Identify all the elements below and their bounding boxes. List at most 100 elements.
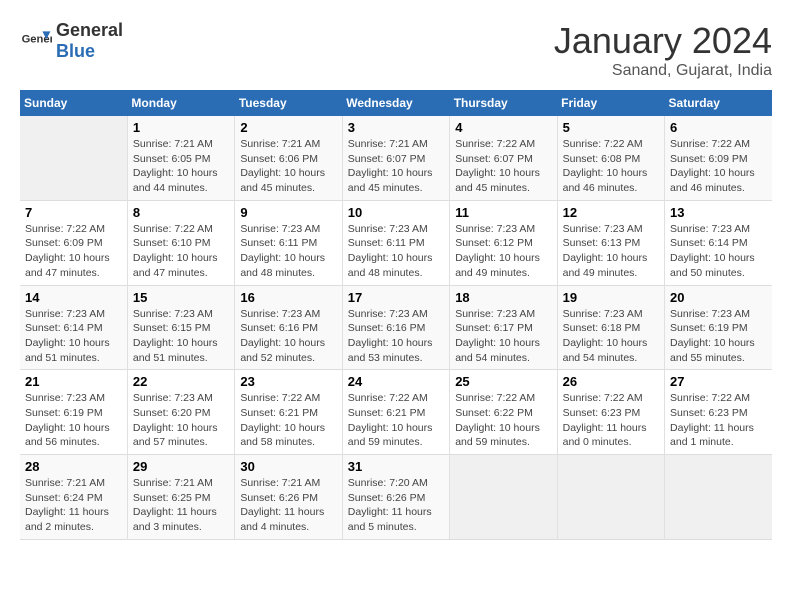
title-block: January 2024 Sanand, Gujarat, India xyxy=(554,20,772,80)
day-info: Sunrise: 7:23 AM Sunset: 6:14 PM Dayligh… xyxy=(25,307,122,366)
day-info: Sunrise: 7:22 AM Sunset: 6:21 PM Dayligh… xyxy=(348,391,444,450)
day-number: 8 xyxy=(133,205,229,220)
day-number: 30 xyxy=(240,459,336,474)
calendar-cell: 24 Sunrise: 7:22 AM Sunset: 6:21 PM Dayli… xyxy=(342,370,449,455)
day-info: Sunrise: 7:21 AM Sunset: 6:05 PM Dayligh… xyxy=(133,137,229,196)
day-info: Sunrise: 7:23 AM Sunset: 6:17 PM Dayligh… xyxy=(455,307,551,366)
weekday-header-tuesday: Tuesday xyxy=(235,90,342,116)
weekday-header-thursday: Thursday xyxy=(450,90,557,116)
day-info: Sunrise: 7:22 AM Sunset: 6:22 PM Dayligh… xyxy=(455,391,551,450)
day-info: Sunrise: 7:21 AM Sunset: 6:06 PM Dayligh… xyxy=(240,137,336,196)
calendar-cell: 27 Sunrise: 7:22 AM Sunset: 6:23 PM Dayli… xyxy=(665,370,772,455)
calendar-cell: 16 Sunrise: 7:23 AM Sunset: 6:16 PM Dayli… xyxy=(235,285,342,370)
weekday-header-saturday: Saturday xyxy=(665,90,772,116)
calendar-table: SundayMondayTuesdayWednesdayThursdayFrid… xyxy=(20,90,772,540)
calendar-cell: 13 Sunrise: 7:23 AM Sunset: 6:14 PM Dayli… xyxy=(665,200,772,285)
day-number: 29 xyxy=(133,459,229,474)
weekday-header-friday: Friday xyxy=(557,90,664,116)
week-row-1: 1 Sunrise: 7:21 AM Sunset: 6:05 PM Daylig… xyxy=(20,116,772,200)
calendar-cell: 10Sunrise: 7:23 AM Sunset: 6:11 PM Dayli… xyxy=(342,200,449,285)
day-info: Sunrise: 7:23 AM Sunset: 6:11 PM Dayligh… xyxy=(240,222,336,281)
day-info: Sunrise: 7:22 AM Sunset: 6:21 PM Dayligh… xyxy=(240,391,336,450)
day-info: Sunrise: 7:21 AM Sunset: 6:24 PM Dayligh… xyxy=(25,476,122,535)
day-number: 16 xyxy=(240,290,336,305)
day-info: Sunrise: 7:21 AM Sunset: 6:07 PM Dayligh… xyxy=(348,137,444,196)
calendar-cell xyxy=(557,455,664,540)
calendar-cell: 6 Sunrise: 7:22 AM Sunset: 6:09 PM Daylig… xyxy=(665,116,772,200)
day-info: Sunrise: 7:23 AM Sunset: 6:15 PM Dayligh… xyxy=(133,307,229,366)
day-number: 12 xyxy=(563,205,659,220)
day-number: 18 xyxy=(455,290,551,305)
calendar-cell: 26 Sunrise: 7:22 AM Sunset: 6:23 PM Dayli… xyxy=(557,370,664,455)
day-number: 25 xyxy=(455,374,551,389)
calendar-cell xyxy=(665,455,772,540)
day-number: 21 xyxy=(25,374,122,389)
calendar-cell: 30 Sunrise: 7:21 AM Sunset: 6:26 PM Dayli… xyxy=(235,455,342,540)
calendar-cell: 4 Sunrise: 7:22 AM Sunset: 6:07 PM Daylig… xyxy=(450,116,557,200)
day-number: 11 xyxy=(455,205,551,220)
logo: General General Blue xyxy=(20,20,123,62)
day-info: Sunrise: 7:22 AM Sunset: 6:07 PM Dayligh… xyxy=(455,137,551,196)
week-row-4: 21Sunrise: 7:23 AM Sunset: 6:19 PM Dayli… xyxy=(20,370,772,455)
calendar-cell: 11 Sunrise: 7:23 AM Sunset: 6:12 PM Dayli… xyxy=(450,200,557,285)
calendar-cell: 22 Sunrise: 7:23 AM Sunset: 6:20 PM Dayli… xyxy=(127,370,234,455)
calendar-cell: 21Sunrise: 7:23 AM Sunset: 6:19 PM Dayli… xyxy=(20,370,127,455)
day-number: 31 xyxy=(348,459,444,474)
calendar-cell: 18 Sunrise: 7:23 AM Sunset: 6:17 PM Dayli… xyxy=(450,285,557,370)
day-number: 1 xyxy=(133,120,229,135)
calendar-cell: 25 Sunrise: 7:22 AM Sunset: 6:22 PM Dayli… xyxy=(450,370,557,455)
day-number: 6 xyxy=(670,120,767,135)
day-info: Sunrise: 7:23 AM Sunset: 6:14 PM Dayligh… xyxy=(670,222,767,281)
month-title: January 2024 xyxy=(554,20,772,62)
calendar-cell: 9 Sunrise: 7:23 AM Sunset: 6:11 PM Daylig… xyxy=(235,200,342,285)
day-number: 26 xyxy=(563,374,659,389)
week-row-5: 28Sunrise: 7:21 AM Sunset: 6:24 PM Dayli… xyxy=(20,455,772,540)
day-info: Sunrise: 7:21 AM Sunset: 6:25 PM Dayligh… xyxy=(133,476,229,535)
day-number: 15 xyxy=(133,290,229,305)
logo-general: General xyxy=(56,20,123,40)
day-number: 7 xyxy=(25,205,122,220)
calendar-cell: 19Sunrise: 7:23 AM Sunset: 6:18 PM Dayli… xyxy=(557,285,664,370)
day-info: Sunrise: 7:23 AM Sunset: 6:13 PM Dayligh… xyxy=(563,222,659,281)
day-number: 2 xyxy=(240,120,336,135)
calendar-cell: 29 Sunrise: 7:21 AM Sunset: 6:25 PM Dayli… xyxy=(127,455,234,540)
calendar-cell xyxy=(450,455,557,540)
logo-icon: General xyxy=(20,25,52,57)
day-number: 22 xyxy=(133,374,229,389)
day-number: 23 xyxy=(240,374,336,389)
day-info: Sunrise: 7:21 AM Sunset: 6:26 PM Dayligh… xyxy=(240,476,336,535)
calendar-cell: 1 Sunrise: 7:21 AM Sunset: 6:05 PM Daylig… xyxy=(127,116,234,200)
week-row-2: 7 Sunrise: 7:22 AM Sunset: 6:09 PM Daylig… xyxy=(20,200,772,285)
weekday-header-monday: Monday xyxy=(127,90,234,116)
calendar-cell: 3Sunrise: 7:21 AM Sunset: 6:07 PM Daylig… xyxy=(342,116,449,200)
calendar-cell: 12 Sunrise: 7:23 AM Sunset: 6:13 PM Dayli… xyxy=(557,200,664,285)
day-number: 20 xyxy=(670,290,767,305)
week-row-3: 14 Sunrise: 7:23 AM Sunset: 6:14 PM Dayli… xyxy=(20,285,772,370)
day-number: 14 xyxy=(25,290,122,305)
day-info: Sunrise: 7:22 AM Sunset: 6:23 PM Dayligh… xyxy=(563,391,659,450)
day-number: 24 xyxy=(348,374,444,389)
page-header: General General Blue January 2024 Sanand… xyxy=(20,20,772,80)
weekday-header-row: SundayMondayTuesdayWednesdayThursdayFrid… xyxy=(20,90,772,116)
day-info: Sunrise: 7:22 AM Sunset: 6:23 PM Dayligh… xyxy=(670,391,767,450)
day-number: 17 xyxy=(348,290,444,305)
location-subtitle: Sanand, Gujarat, India xyxy=(554,62,772,80)
day-info: Sunrise: 7:22 AM Sunset: 6:10 PM Dayligh… xyxy=(133,222,229,281)
day-info: Sunrise: 7:23 AM Sunset: 6:16 PM Dayligh… xyxy=(240,307,336,366)
day-number: 27 xyxy=(670,374,767,389)
day-number: 9 xyxy=(240,205,336,220)
calendar-cell: 31Sunrise: 7:20 AM Sunset: 6:26 PM Dayli… xyxy=(342,455,449,540)
weekday-header-wednesday: Wednesday xyxy=(342,90,449,116)
calendar-cell: 17Sunrise: 7:23 AM Sunset: 6:16 PM Dayli… xyxy=(342,285,449,370)
day-number: 13 xyxy=(670,205,767,220)
day-info: Sunrise: 7:23 AM Sunset: 6:20 PM Dayligh… xyxy=(133,391,229,450)
day-info: Sunrise: 7:23 AM Sunset: 6:12 PM Dayligh… xyxy=(455,222,551,281)
calendar-cell: 8 Sunrise: 7:22 AM Sunset: 6:10 PM Daylig… xyxy=(127,200,234,285)
day-info: Sunrise: 7:23 AM Sunset: 6:11 PM Dayligh… xyxy=(348,222,444,281)
day-info: Sunrise: 7:22 AM Sunset: 6:09 PM Dayligh… xyxy=(25,222,122,281)
calendar-cell: 5Sunrise: 7:22 AM Sunset: 6:08 PM Daylig… xyxy=(557,116,664,200)
day-number: 4 xyxy=(455,120,551,135)
day-info: Sunrise: 7:22 AM Sunset: 6:09 PM Dayligh… xyxy=(670,137,767,196)
calendar-cell: 7 Sunrise: 7:22 AM Sunset: 6:09 PM Daylig… xyxy=(20,200,127,285)
calendar-cell xyxy=(20,116,127,200)
